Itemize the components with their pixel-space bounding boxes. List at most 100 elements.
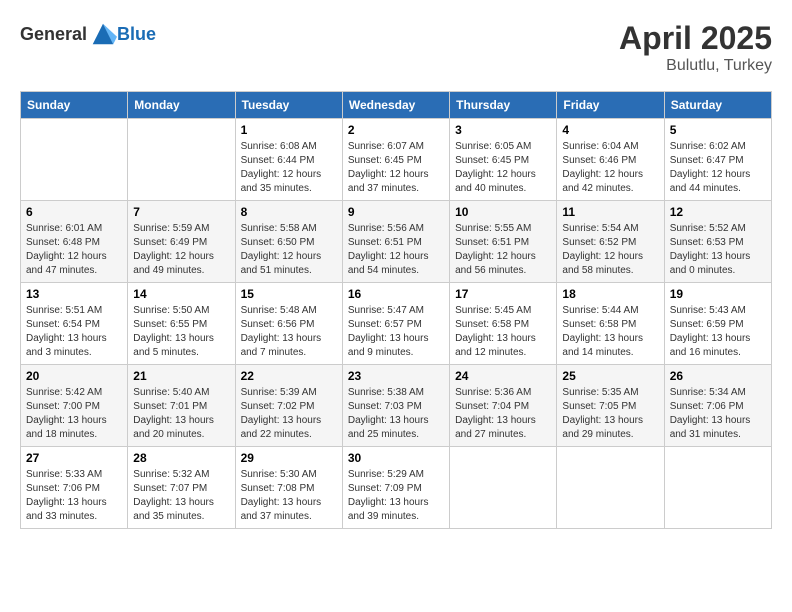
day-cell: 5 Sunrise: 6:02 AM Sunset: 6:47 PM Daylig… bbox=[664, 119, 771, 201]
day-number: 19 bbox=[670, 287, 766, 301]
page-header: General Blue April 2025 Bulutlu, Turkey bbox=[20, 20, 772, 75]
day-number: 11 bbox=[562, 205, 658, 219]
day-info: Sunrise: 5:47 AM Sunset: 6:57 PM Dayligh… bbox=[348, 304, 444, 360]
logo: General Blue bbox=[20, 20, 156, 48]
day-number: 16 bbox=[348, 287, 444, 301]
day-cell bbox=[450, 447, 557, 529]
day-cell: 29 Sunrise: 5:30 AM Sunset: 7:08 PM Dayli… bbox=[235, 447, 342, 529]
day-info: Sunrise: 6:05 AM Sunset: 6:45 PM Dayligh… bbox=[455, 140, 551, 196]
day-cell: 2 Sunrise: 6:07 AM Sunset: 6:45 PM Daylig… bbox=[342, 119, 449, 201]
day-number: 2 bbox=[348, 123, 444, 137]
day-number: 7 bbox=[133, 205, 229, 219]
day-info: Sunrise: 5:35 AM Sunset: 7:05 PM Dayligh… bbox=[562, 386, 658, 442]
day-cell bbox=[557, 447, 664, 529]
day-info: Sunrise: 6:02 AM Sunset: 6:47 PM Dayligh… bbox=[670, 140, 766, 196]
day-number: 12 bbox=[670, 205, 766, 219]
day-number: 29 bbox=[241, 451, 337, 465]
day-info: Sunrise: 5:34 AM Sunset: 7:06 PM Dayligh… bbox=[670, 386, 766, 442]
day-cell: 23Sunrise: 5:38 AM Sunset: 7:03 PM Dayli… bbox=[342, 365, 449, 447]
day-cell bbox=[664, 447, 771, 529]
day-cell: 4 Sunrise: 6:04 AM Sunset: 6:46 PM Daylig… bbox=[557, 119, 664, 201]
column-header-tuesday: Tuesday bbox=[235, 92, 342, 119]
day-cell: 8 Sunrise: 5:58 AM Sunset: 6:50 PM Daylig… bbox=[235, 201, 342, 283]
day-info: Sunrise: 5:58 AM Sunset: 6:50 PM Dayligh… bbox=[241, 222, 337, 278]
logo-general: General bbox=[20, 24, 87, 45]
day-info: Sunrise: 5:36 AM Sunset: 7:04 PM Dayligh… bbox=[455, 386, 551, 442]
day-info: Sunrise: 5:32 AM Sunset: 7:07 PM Dayligh… bbox=[133, 468, 229, 524]
day-cell: 21 Sunrise: 5:40 AM Sunset: 7:01 PM Dayli… bbox=[128, 365, 235, 447]
day-cell: 10Sunrise: 5:55 AM Sunset: 6:51 PM Dayli… bbox=[450, 201, 557, 283]
calendar-location: Bulutlu, Turkey bbox=[619, 57, 772, 75]
calendar-title: April 2025 bbox=[619, 20, 772, 57]
day-info: Sunrise: 5:39 AM Sunset: 7:02 PM Dayligh… bbox=[241, 386, 337, 442]
day-cell: 9 Sunrise: 5:56 AM Sunset: 6:51 PM Daylig… bbox=[342, 201, 449, 283]
logo-blue: Blue bbox=[117, 24, 156, 45]
day-cell: 26 Sunrise: 5:34 AM Sunset: 7:06 PM Dayli… bbox=[664, 365, 771, 447]
day-info: Sunrise: 5:48 AM Sunset: 6:56 PM Dayligh… bbox=[241, 304, 337, 360]
day-info: Sunrise: 6:04 AM Sunset: 6:46 PM Dayligh… bbox=[562, 140, 658, 196]
day-info: Sunrise: 6:08 AM Sunset: 6:44 PM Dayligh… bbox=[241, 140, 337, 196]
day-info: Sunrise: 5:40 AM Sunset: 7:01 PM Dayligh… bbox=[133, 386, 229, 442]
day-cell: 13 Sunrise: 5:51 AM Sunset: 6:54 PM Dayli… bbox=[21, 283, 128, 365]
week-row-4: 20 Sunrise: 5:42 AM Sunset: 7:00 PM Dayli… bbox=[21, 365, 772, 447]
day-cell: 17Sunrise: 5:45 AM Sunset: 6:58 PM Dayli… bbox=[450, 283, 557, 365]
day-info: Sunrise: 5:30 AM Sunset: 7:08 PM Dayligh… bbox=[241, 468, 337, 524]
calendar-table: SundayMondayTuesdayWednesdayThursdayFrid… bbox=[20, 91, 772, 529]
day-number: 9 bbox=[348, 205, 444, 219]
day-cell: 3 Sunrise: 6:05 AM Sunset: 6:45 PM Daylig… bbox=[450, 119, 557, 201]
week-row-1: 1 Sunrise: 6:08 AM Sunset: 6:44 PM Daylig… bbox=[21, 119, 772, 201]
day-number: 25 bbox=[562, 369, 658, 383]
day-cell bbox=[128, 119, 235, 201]
column-header-thursday: Thursday bbox=[450, 92, 557, 119]
day-info: Sunrise: 5:51 AM Sunset: 6:54 PM Dayligh… bbox=[26, 304, 122, 360]
day-cell: 25 Sunrise: 5:35 AM Sunset: 7:05 PM Dayli… bbox=[557, 365, 664, 447]
day-info: Sunrise: 5:29 AM Sunset: 7:09 PM Dayligh… bbox=[348, 468, 444, 524]
day-info: Sunrise: 5:59 AM Sunset: 6:49 PM Dayligh… bbox=[133, 222, 229, 278]
day-info: Sunrise: 5:54 AM Sunset: 6:52 PM Dayligh… bbox=[562, 222, 658, 278]
day-cell: 12 Sunrise: 5:52 AM Sunset: 6:53 PM Dayli… bbox=[664, 201, 771, 283]
day-number: 14 bbox=[133, 287, 229, 301]
title-block: April 2025 Bulutlu, Turkey bbox=[619, 20, 772, 75]
day-info: Sunrise: 5:56 AM Sunset: 6:51 PM Dayligh… bbox=[348, 222, 444, 278]
day-number: 3 bbox=[455, 123, 551, 137]
day-number: 5 bbox=[670, 123, 766, 137]
column-header-friday: Friday bbox=[557, 92, 664, 119]
week-row-2: 6 Sunrise: 6:01 AM Sunset: 6:48 PM Daylig… bbox=[21, 201, 772, 283]
day-cell: 19Sunrise: 5:43 AM Sunset: 6:59 PM Dayli… bbox=[664, 283, 771, 365]
day-number: 24 bbox=[455, 369, 551, 383]
day-number: 8 bbox=[241, 205, 337, 219]
day-number: 15 bbox=[241, 287, 337, 301]
day-info: Sunrise: 5:42 AM Sunset: 7:00 PM Dayligh… bbox=[26, 386, 122, 442]
day-cell: 20 Sunrise: 5:42 AM Sunset: 7:00 PM Dayli… bbox=[21, 365, 128, 447]
day-cell: 28Sunrise: 5:32 AM Sunset: 7:07 PM Dayli… bbox=[128, 447, 235, 529]
day-info: Sunrise: 6:07 AM Sunset: 6:45 PM Dayligh… bbox=[348, 140, 444, 196]
day-cell: 14 Sunrise: 5:50 AM Sunset: 6:55 PM Dayli… bbox=[128, 283, 235, 365]
day-info: Sunrise: 5:52 AM Sunset: 6:53 PM Dayligh… bbox=[670, 222, 766, 278]
day-cell: 30 Sunrise: 5:29 AM Sunset: 7:09 PM Dayli… bbox=[342, 447, 449, 529]
day-info: Sunrise: 5:33 AM Sunset: 7:06 PM Dayligh… bbox=[26, 468, 122, 524]
day-number: 1 bbox=[241, 123, 337, 137]
day-number: 4 bbox=[562, 123, 658, 137]
column-header-wednesday: Wednesday bbox=[342, 92, 449, 119]
day-info: Sunrise: 5:55 AM Sunset: 6:51 PM Dayligh… bbox=[455, 222, 551, 278]
day-cell: 27Sunrise: 5:33 AM Sunset: 7:06 PM Dayli… bbox=[21, 447, 128, 529]
day-number: 30 bbox=[348, 451, 444, 465]
day-number: 20 bbox=[26, 369, 122, 383]
day-number: 18 bbox=[562, 287, 658, 301]
day-cell: 6 Sunrise: 6:01 AM Sunset: 6:48 PM Daylig… bbox=[21, 201, 128, 283]
day-info: Sunrise: 6:01 AM Sunset: 6:48 PM Dayligh… bbox=[26, 222, 122, 278]
day-cell: 24 Sunrise: 5:36 AM Sunset: 7:04 PM Dayli… bbox=[450, 365, 557, 447]
day-number: 21 bbox=[133, 369, 229, 383]
day-number: 22 bbox=[241, 369, 337, 383]
day-cell bbox=[21, 119, 128, 201]
day-number: 13 bbox=[26, 287, 122, 301]
day-cell: 11 Sunrise: 5:54 AM Sunset: 6:52 PM Dayli… bbox=[557, 201, 664, 283]
column-header-saturday: Saturday bbox=[664, 92, 771, 119]
day-info: Sunrise: 5:38 AM Sunset: 7:03 PM Dayligh… bbox=[348, 386, 444, 442]
day-number: 26 bbox=[670, 369, 766, 383]
day-number: 6 bbox=[26, 205, 122, 219]
day-cell: 16 Sunrise: 5:47 AM Sunset: 6:57 PM Dayli… bbox=[342, 283, 449, 365]
day-info: Sunrise: 5:50 AM Sunset: 6:55 PM Dayligh… bbox=[133, 304, 229, 360]
header-row: SundayMondayTuesdayWednesdayThursdayFrid… bbox=[21, 92, 772, 119]
day-cell: 22 Sunrise: 5:39 AM Sunset: 7:02 PM Dayli… bbox=[235, 365, 342, 447]
